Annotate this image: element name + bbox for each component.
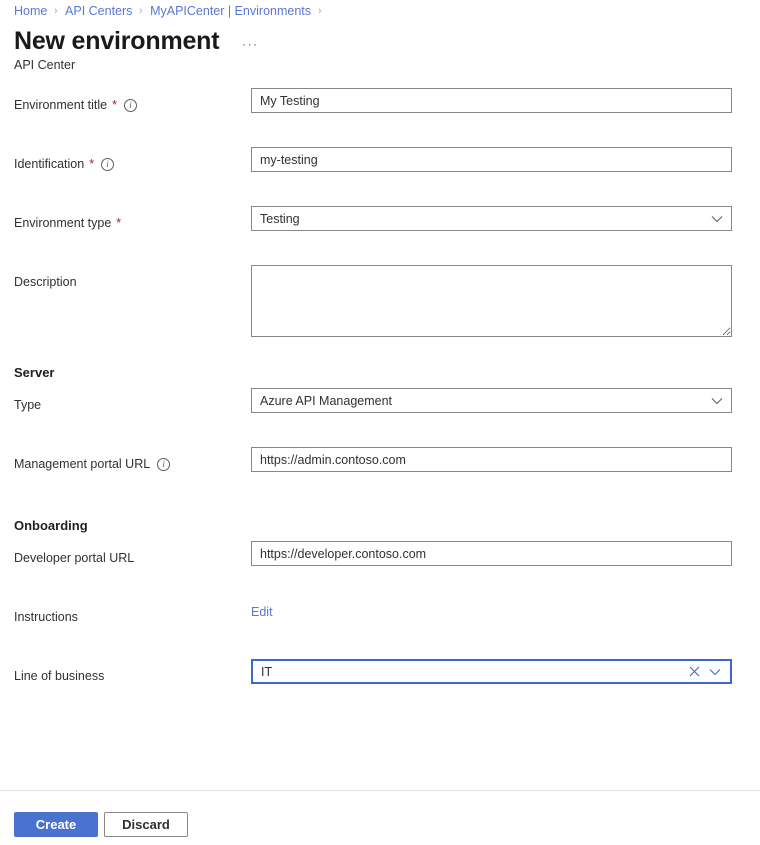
label-developer-portal-url: Developer portal URL xyxy=(0,541,251,566)
info-icon[interactable]: i xyxy=(101,158,114,171)
form-row-server-type: Type xyxy=(0,388,760,447)
label-environment-type: Environment type * xyxy=(0,206,251,231)
label-text: Type xyxy=(14,397,41,413)
field-server-type xyxy=(251,388,732,413)
field-developer-portal-url xyxy=(251,541,732,566)
server-type-value[interactable] xyxy=(251,388,732,413)
management-portal-url-input[interactable] xyxy=(251,447,732,472)
breadcrumb-item-api-centers[interactable]: API Centers xyxy=(65,4,132,18)
breadcrumb-item-home[interactable]: Home xyxy=(14,4,47,18)
breadcrumb-separator-icon: › xyxy=(140,5,143,17)
breadcrumb-separator-icon: › xyxy=(318,5,321,17)
field-instructions: Edit xyxy=(251,600,732,619)
label-identification: Identification * i xyxy=(0,147,251,172)
environment-type-value[interactable] xyxy=(251,206,732,231)
required-asterisk: * xyxy=(115,215,121,231)
label-management-portal-url: Management portal URL i xyxy=(0,447,251,472)
breadcrumb-separator-icon: › xyxy=(55,5,58,17)
section-heading-server: Server xyxy=(0,365,760,380)
field-identification xyxy=(251,147,732,172)
label-text: Management portal URL xyxy=(14,456,150,472)
label-text: Line of business xyxy=(14,668,104,684)
form-row-identification: Identification * i xyxy=(0,147,760,206)
form-row-line-of-business: Line of business xyxy=(0,659,760,718)
label-text: Instructions xyxy=(14,609,78,625)
required-asterisk: * xyxy=(111,97,117,113)
line-of-business-combobox[interactable] xyxy=(251,659,732,684)
label-instructions: Instructions xyxy=(0,600,251,625)
line-of-business-input[interactable] xyxy=(251,659,732,684)
new-environment-form: Environment title * i Identification * i… xyxy=(0,88,760,718)
discard-button[interactable]: Discard xyxy=(104,812,188,837)
label-text: Description xyxy=(14,274,77,290)
form-row-developer-portal-url: Developer portal URL xyxy=(0,541,760,600)
label-text: Environment title xyxy=(14,97,107,113)
required-asterisk: * xyxy=(88,156,94,172)
description-textarea[interactable] xyxy=(251,265,732,337)
info-icon[interactable]: i xyxy=(124,99,137,112)
field-management-portal-url xyxy=(251,447,732,472)
chevron-down-icon[interactable] xyxy=(709,659,721,684)
breadcrumb: Home › API Centers › MyAPICenter | Envir… xyxy=(14,0,329,22)
label-text: Identification xyxy=(14,156,84,172)
more-options-ellipsis-icon[interactable]: ··· xyxy=(239,35,261,53)
footer-divider xyxy=(0,790,760,791)
label-server-type: Type xyxy=(0,388,251,413)
identification-input[interactable] xyxy=(251,147,732,172)
field-environment-title xyxy=(251,88,732,113)
label-line-of-business: Line of business xyxy=(0,659,251,684)
page-header: New environment ··· xyxy=(14,26,261,56)
label-text: Environment type xyxy=(14,215,111,231)
field-line-of-business xyxy=(251,659,732,684)
form-row-description: Description xyxy=(0,265,760,353)
label-description: Description xyxy=(0,265,251,290)
field-description xyxy=(251,265,732,340)
clear-icon[interactable] xyxy=(689,659,700,684)
page-subtitle: API Center xyxy=(14,58,75,72)
form-row-instructions: Instructions Edit xyxy=(0,600,760,659)
field-environment-type xyxy=(251,206,732,231)
server-type-dropdown[interactable] xyxy=(251,388,732,413)
page-title: New environment xyxy=(14,26,219,56)
create-button[interactable]: Create xyxy=(14,812,98,837)
form-row-environment-title: Environment title * i xyxy=(0,88,760,147)
action-bar: Create Discard xyxy=(14,812,188,837)
environment-type-dropdown[interactable] xyxy=(251,206,732,231)
developer-portal-url-input[interactable] xyxy=(251,541,732,566)
environment-title-input[interactable] xyxy=(251,88,732,113)
breadcrumb-item-myapicenter-environments[interactable]: MyAPICenter | Environments xyxy=(150,4,311,18)
label-text: Developer portal URL xyxy=(14,550,134,566)
section-heading-onboarding: Onboarding xyxy=(0,518,760,533)
form-row-management-portal-url: Management portal URL i xyxy=(0,447,760,506)
instructions-edit-link[interactable]: Edit xyxy=(251,600,273,619)
label-environment-title: Environment title * i xyxy=(0,88,251,113)
form-row-environment-type: Environment type * xyxy=(0,206,760,265)
info-icon[interactable]: i xyxy=(157,458,170,471)
